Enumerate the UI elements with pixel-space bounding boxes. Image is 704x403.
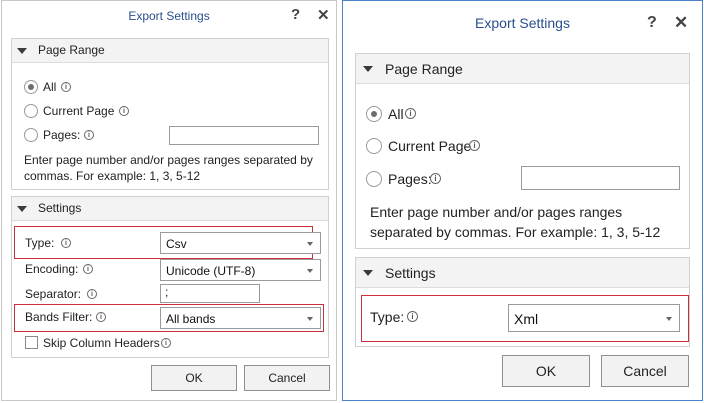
settings-header[interactable]: Settings bbox=[356, 258, 689, 288]
type-dropdown[interactable]: Xml bbox=[508, 304, 680, 332]
radio-all-label[interactable]: All bbox=[388, 106, 404, 122]
type-dropdown[interactable]: Csv bbox=[160, 232, 321, 254]
bands-filter-label: Bands Filter: bbox=[25, 310, 93, 324]
radio-current-page[interactable] bbox=[24, 104, 38, 118]
settings-group: Settings Type: i Csv Encoding: i Unicode… bbox=[11, 196, 329, 358]
dialog-title: Export Settings bbox=[128, 9, 210, 23]
info-icon: i bbox=[96, 312, 106, 322]
skip-column-headers-checkbox[interactable] bbox=[25, 336, 38, 349]
close-icon[interactable]: ✕ bbox=[317, 6, 330, 24]
info-icon: i bbox=[405, 108, 416, 119]
pages-input[interactable] bbox=[521, 166, 680, 190]
skip-column-headers-label[interactable]: Skip Column Headers bbox=[43, 336, 160, 350]
collapse-arrow-icon[interactable] bbox=[17, 48, 27, 54]
pages-input[interactable] bbox=[169, 126, 319, 145]
ok-button[interactable]: OK bbox=[151, 365, 237, 391]
collapse-arrow-icon[interactable] bbox=[363, 66, 373, 72]
type-dropdown-value: Xml bbox=[514, 311, 539, 327]
help-icon[interactable]: ? bbox=[291, 6, 300, 23]
info-icon: i bbox=[469, 140, 480, 151]
radio-all[interactable] bbox=[24, 80, 38, 94]
type-label: Type: bbox=[370, 309, 405, 325]
collapse-arrow-icon[interactable] bbox=[17, 206, 27, 212]
radio-current-page[interactable] bbox=[366, 138, 382, 154]
info-icon: i bbox=[161, 338, 171, 348]
encoding-dropdown[interactable]: Unicode (UTF-8) bbox=[160, 259, 321, 281]
page-range-group: Page Range All i Current Page i Pages: i… bbox=[11, 38, 329, 190]
page-range-header[interactable]: Page Range bbox=[12, 39, 328, 63]
radio-pages-label[interactable]: Pages: bbox=[43, 128, 80, 142]
info-icon: i bbox=[61, 82, 71, 92]
bands-filter-dropdown-value: All bands bbox=[166, 312, 216, 326]
bands-filter-dropdown[interactable]: All bands bbox=[160, 307, 321, 329]
info-icon: i bbox=[61, 238, 71, 248]
radio-all-label[interactable]: All bbox=[43, 80, 56, 94]
settings-title: Settings bbox=[385, 265, 436, 281]
type-label: Type: bbox=[25, 236, 55, 250]
page-range-title: Page Range bbox=[385, 61, 463, 77]
cancel-button[interactable]: Cancel bbox=[244, 365, 330, 391]
radio-all[interactable] bbox=[366, 106, 382, 122]
dropdown-arrow-icon[interactable] bbox=[307, 317, 313, 321]
type-dropdown-value: Csv bbox=[166, 237, 187, 251]
page-range-help-text: Enter page number and/or pages ranges se… bbox=[24, 153, 313, 183]
dropdown-arrow-icon[interactable] bbox=[666, 317, 672, 321]
radio-current-page-label[interactable]: Current Page bbox=[388, 138, 471, 154]
page-range-header[interactable]: Page Range bbox=[356, 54, 689, 84]
separator-input[interactable]: ; bbox=[160, 284, 260, 303]
info-icon: i bbox=[87, 289, 97, 299]
encoding-dropdown-value: Unicode (UTF-8) bbox=[166, 264, 256, 278]
info-icon: i bbox=[83, 264, 93, 274]
radio-pages[interactable] bbox=[24, 128, 38, 142]
ok-button[interactable]: OK bbox=[502, 355, 590, 387]
page-range-help-text: Enter page number and/or pages ranges se… bbox=[370, 204, 661, 240]
radio-pages-label[interactable]: Pages: bbox=[388, 171, 432, 187]
settings-group: Settings Type: i Xml bbox=[355, 257, 690, 347]
separator-label: Separator: bbox=[25, 287, 82, 301]
encoding-label: Encoding: bbox=[25, 262, 79, 276]
info-icon: i bbox=[407, 311, 418, 322]
cancel-button[interactable]: Cancel bbox=[601, 355, 689, 387]
info-icon: i bbox=[84, 130, 94, 140]
export-settings-dialog: Export Settings ? ✕ Page Range All i Cur… bbox=[342, 0, 703, 401]
info-icon: i bbox=[430, 173, 441, 184]
settings-title: Settings bbox=[38, 201, 82, 215]
info-icon: i bbox=[119, 106, 129, 116]
settings-header[interactable]: Settings bbox=[12, 197, 328, 221]
export-settings-dialog: Export Settings ? ✕ Page Range All i Cur… bbox=[1, 0, 337, 401]
dialog-titlebar: Export Settings ? ✕ bbox=[2, 1, 336, 33]
dropdown-arrow-icon[interactable] bbox=[307, 269, 313, 273]
radio-pages[interactable] bbox=[366, 171, 382, 187]
radio-current-page-label[interactable]: Current Page bbox=[43, 104, 114, 118]
dropdown-arrow-icon[interactable] bbox=[307, 242, 313, 246]
page-range-title: Page Range bbox=[38, 43, 105, 57]
collapse-arrow-icon[interactable] bbox=[363, 270, 373, 276]
help-icon[interactable]: ? bbox=[647, 14, 657, 32]
page-range-group: Page Range All i Current Page i Pages: i… bbox=[355, 53, 690, 249]
dialog-titlebar: Export Settings ? ✕ bbox=[343, 1, 702, 45]
close-icon[interactable]: ✕ bbox=[674, 13, 688, 33]
